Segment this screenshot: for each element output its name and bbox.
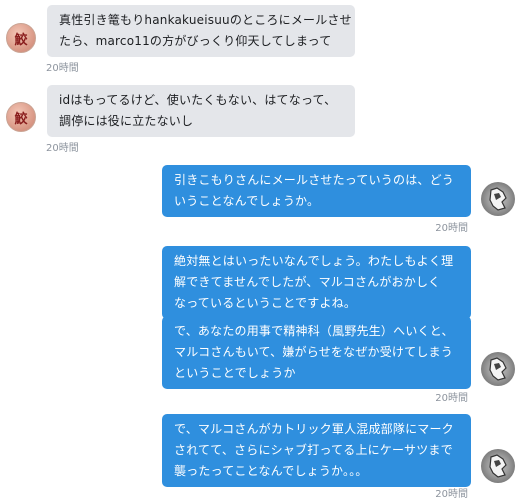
- message-line: で、あなたの用事で精神科（風野先生）へいくと、: [174, 324, 454, 338]
- message-line: ということでしょうか: [174, 366, 296, 380]
- message-bubble-incoming: idはもってるけど、使いたくもない、はてなって、 調停には役に立たないし: [47, 85, 355, 137]
- avatar[interactable]: [481, 449, 515, 483]
- message-line: いうことなんでしょうか。: [174, 194, 320, 208]
- message-bubble-outgoing: 引きこもりさんにメールさせたっていうのは、どう いうことなんでしょうか。: [162, 165, 471, 217]
- avatar[interactable]: 鮫: [6, 102, 36, 132]
- avatar[interactable]: 鮫: [6, 23, 36, 53]
- user-avatar-icon: [489, 357, 507, 381]
- user-avatar-icon: [489, 454, 507, 478]
- message-timestamp: 20時間: [435, 223, 468, 234]
- message-timestamp: 20時間: [435, 489, 468, 500]
- avatar-glyph: 鮫: [14, 111, 28, 127]
- avatar-glyph: 鮫: [14, 32, 28, 48]
- message-line: で、マルコさんがカトリック軍人混成部隊にマーク: [174, 422, 454, 436]
- message-line: 調停には役に立たないし: [59, 114, 194, 128]
- message-line: 絶対無とはいったいなんでしょう。わたしもよく理: [174, 254, 454, 268]
- avatar[interactable]: [481, 182, 515, 216]
- message-line: 真性引き篭もりhankakueisuuのところにメールさせ: [59, 13, 352, 27]
- message-line: 引きこもりさんにメールさせたっていうのは、どう: [174, 173, 455, 187]
- message-line: 襲ったってことなんでしょうか。。。: [174, 464, 368, 478]
- message-line: 解できてませんでしたが、マルコさんがおかしく: [174, 275, 441, 289]
- message-bubble-outgoing: で、あなたの用事で精神科（風野先生）へいくと、 マルコさんもいて、嫌がらせをなぜ…: [162, 316, 471, 389]
- message-bubble-outgoing: 絶対無とはいったいなんでしょう。わたしもよく理 解できてませんでしたが、マルコさ…: [162, 246, 471, 319]
- user-avatar-icon: [489, 187, 507, 211]
- message-line: されてて、さらにシャブ打ってる上にケーサツまで: [174, 443, 453, 457]
- message-timestamp: 20時間: [46, 143, 79, 154]
- message-line: なっているということですよね。: [174, 296, 357, 310]
- message-timestamp: 20時間: [435, 393, 468, 404]
- message-bubble-outgoing: で、マルコさんがカトリック軍人混成部隊にマーク されてて、さらにシャブ打ってる上…: [162, 414, 471, 487]
- avatar[interactable]: [481, 352, 515, 386]
- message-timestamp: 20時間: [46, 63, 79, 74]
- message-line: たら、marco11の方がびっくり仰天してしまって: [59, 34, 332, 48]
- message-bubble-incoming: 真性引き篭もりhankakueisuuのところにメールさせ たら、marco11…: [47, 5, 355, 57]
- message-line: idはもってるけど、使いたくもない、はてなって、: [59, 93, 337, 107]
- message-line: マルコさんもいて、嫌がらせをなぜか受けてしまう: [174, 345, 453, 359]
